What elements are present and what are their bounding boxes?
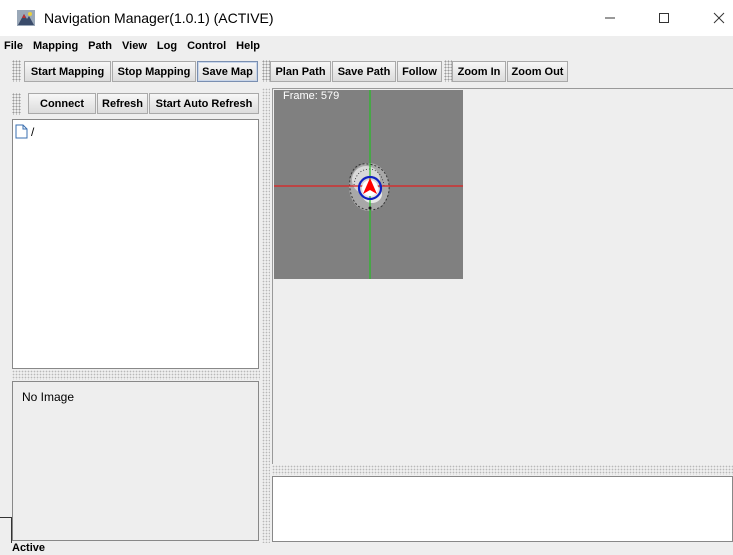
refresh-button[interactable]: Refresh (97, 93, 148, 114)
status-divider (0, 517, 12, 543)
menu-log[interactable]: Log (157, 38, 177, 54)
main-vertical-splitter[interactable] (262, 88, 270, 543)
map-drawing (274, 90, 463, 279)
right-panel-splitter[interactable] (272, 465, 733, 475)
app-icon (17, 10, 35, 26)
zoom-in-button[interactable]: Zoom In (452, 61, 506, 82)
close-icon (713, 12, 725, 24)
connection-toolbar: Connect Refresh Start Auto Refresh (12, 90, 260, 118)
follow-button[interactable]: Follow (397, 61, 442, 82)
maximize-button[interactable] (641, 0, 687, 36)
menu-mapping[interactable]: Mapping (33, 38, 78, 54)
stop-mapping-button[interactable]: Stop Mapping (112, 61, 196, 82)
minimize-button[interactable] (587, 0, 633, 36)
start-auto-refresh-button[interactable]: Start Auto Refresh (149, 93, 259, 114)
log-output[interactable] (272, 476, 733, 542)
minimize-icon (605, 17, 615, 19)
menu-bar: File Mapping Path View Log Control Help (0, 36, 733, 56)
tree-item-label: / (31, 124, 35, 139)
toolbar-grip-handle[interactable] (12, 93, 21, 115)
zoom-out-button[interactable]: Zoom Out (507, 61, 568, 82)
save-path-button[interactable]: Save Path (332, 61, 396, 82)
menu-view[interactable]: View (122, 38, 147, 54)
tree-item-root[interactable]: / (15, 124, 34, 139)
map-view[interactable]: Frame: 579 (274, 90, 463, 279)
status-text: Active (12, 542, 46, 554)
start-mapping-button[interactable]: Start Mapping (24, 61, 111, 82)
save-map-button[interactable]: Save Map (197, 61, 258, 82)
frame-counter: Frame: 579 (283, 90, 340, 102)
left-panel-splitter[interactable] (12, 370, 260, 380)
maximize-icon (659, 13, 669, 23)
title-bar: Navigation Manager(1.0.1) (ACTIVE) (0, 0, 733, 36)
menu-path[interactable]: Path (88, 38, 112, 54)
status-bar: Active (0, 517, 733, 555)
path-point (368, 206, 372, 210)
file-icon (15, 124, 28, 139)
toolbar-grip-handle[interactable] (12, 60, 21, 82)
connect-button[interactable]: Connect (28, 93, 96, 114)
image-preview-panel: No Image (12, 381, 259, 541)
menu-file[interactable]: File (4, 38, 23, 54)
main-toolbar: Start Mapping Stop Mapping Save Map Plan… (0, 57, 733, 87)
menu-control[interactable]: Control (187, 38, 226, 54)
file-tree[interactable]: / (12, 119, 259, 369)
no-image-label: No Image (22, 390, 75, 404)
window-title: Navigation Manager(1.0.1) (ACTIVE) (44, 10, 274, 26)
plan-path-button[interactable]: Plan Path (270, 61, 331, 82)
close-button[interactable] (696, 0, 733, 36)
menu-help[interactable]: Help (236, 38, 260, 54)
